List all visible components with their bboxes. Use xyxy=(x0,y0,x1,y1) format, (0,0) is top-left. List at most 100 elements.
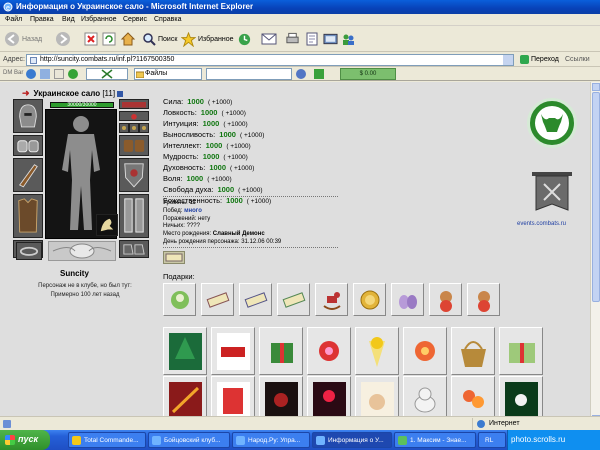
emblem-inner xyxy=(535,106,569,140)
armor-slot[interactable] xyxy=(13,194,43,238)
pet-slot[interactable] xyxy=(96,214,118,236)
gift-item[interactable] xyxy=(467,283,500,316)
taskbar-item[interactable]: RL xyxy=(478,432,506,448)
amulet-slot[interactable] xyxy=(119,111,149,121)
gift-box-icon xyxy=(271,343,293,363)
dm-green-dot-icon[interactable] xyxy=(68,69,78,79)
gift-card[interactable] xyxy=(211,327,255,375)
taskbar-item[interactable]: Бойцовский клуб... xyxy=(148,432,230,448)
bracelet-slot[interactable] xyxy=(16,242,42,260)
scroll-thumb[interactable] xyxy=(592,92,600,302)
files-dropdown[interactable]: Файлы xyxy=(134,68,202,80)
dm-search-icon[interactable] xyxy=(296,69,306,79)
favorites-button[interactable]: Избранное xyxy=(181,30,233,48)
menu-tools[interactable]: Сервис xyxy=(123,16,147,23)
basket-icon xyxy=(461,341,486,367)
gift-item[interactable] xyxy=(353,283,386,316)
dm-home-icon[interactable] xyxy=(54,69,64,79)
scroll-up-icon[interactable] xyxy=(592,83,600,91)
search-button[interactable]: Поиск xyxy=(142,30,177,48)
history-button[interactable] xyxy=(237,30,252,48)
stat-bonus: ( +1000) xyxy=(207,176,232,183)
history-icon xyxy=(238,33,251,45)
gift-card[interactable] xyxy=(259,327,303,375)
home-button[interactable] xyxy=(120,30,136,48)
print-button[interactable] xyxy=(285,30,300,48)
gift-card[interactable] xyxy=(403,327,447,375)
divider xyxy=(163,196,338,197)
checkered-gift-icon xyxy=(509,343,535,363)
helmet-slot[interactable] xyxy=(13,99,43,133)
gift-card[interactable] xyxy=(499,327,543,375)
page-content: ➜ Украинское сало [11] 30000/30000 Sunci… xyxy=(0,82,590,424)
start-button[interactable]: пуск xyxy=(0,430,50,450)
ring-slot-3[interactable] xyxy=(139,123,149,133)
menu-file[interactable]: Файл xyxy=(5,16,22,23)
gift-item[interactable] xyxy=(163,283,196,316)
ring-slot-1[interactable] xyxy=(119,123,129,133)
dm-tool-box[interactable] xyxy=(86,68,128,80)
taskbar-item[interactable]: Total Commande... xyxy=(68,432,146,448)
events-banner-icon[interactable] xyxy=(528,170,576,218)
gift-item[interactable] xyxy=(429,283,462,316)
shield-slot[interactable] xyxy=(119,158,149,192)
gift-item[interactable] xyxy=(239,283,272,316)
dm-dropdown-icon[interactable] xyxy=(40,69,50,79)
discuss-button[interactable] xyxy=(323,30,338,48)
stat-row: Интеллект: 1000( +1000) xyxy=(163,141,271,152)
vertical-scrollbar[interactable] xyxy=(590,82,600,424)
teddy-bear-icon xyxy=(478,291,490,312)
dm-down-arrow-icon[interactable] xyxy=(314,69,324,79)
stat-bonus: ( +1000) xyxy=(239,132,265,139)
go-button[interactable]: Переход xyxy=(520,55,559,64)
messenger-button[interactable] xyxy=(341,30,355,48)
taskbar-item[interactable]: Народ.Ру: Упра... xyxy=(232,432,310,448)
events-link[interactable]: events.combats.ru xyxy=(517,221,566,227)
stat-label: Духовность: xyxy=(163,163,206,172)
gift-item[interactable] xyxy=(391,283,424,316)
mail-button[interactable] xyxy=(261,30,277,48)
bracers-slot[interactable] xyxy=(13,135,43,156)
go-label: Переход xyxy=(531,56,559,63)
earring-slot[interactable] xyxy=(119,99,149,109)
dm-search-input[interactable] xyxy=(206,68,292,80)
files-label: Файлы xyxy=(145,70,168,77)
menu-favorites[interactable]: Избранное xyxy=(81,16,116,23)
amulet-icon xyxy=(131,114,137,120)
gift-card[interactable] xyxy=(451,327,495,375)
menu-help[interactable]: Справка xyxy=(154,16,181,23)
gift-card[interactable] xyxy=(307,327,351,375)
back-button[interactable]: Назад xyxy=(4,30,42,48)
taskbar-item[interactable]: 1. Максим - Знае... xyxy=(394,432,476,448)
weapon-slot[interactable] xyxy=(13,158,43,192)
gift-card[interactable] xyxy=(355,327,399,375)
window-title-bar[interactable]: e Информация о Украинское сало - Microso… xyxy=(0,0,600,14)
stat-value: 1000 xyxy=(202,119,220,128)
info-icon[interactable] xyxy=(117,90,124,97)
stop-button[interactable] xyxy=(84,30,98,48)
gloves-slot[interactable] xyxy=(119,135,149,156)
gift-item[interactable] xyxy=(315,283,348,316)
ring-slot-2[interactable] xyxy=(129,123,139,133)
stat-value: 1000 xyxy=(217,185,235,194)
gift-item[interactable] xyxy=(277,283,310,316)
address-input[interactable]: http://suncity.combats.ru/inf.pl?1167500… xyxy=(26,54,514,66)
refresh-button[interactable] xyxy=(102,30,116,48)
taskbar-item-active[interactable]: Информация о У... xyxy=(312,432,392,448)
menu-edit[interactable]: Правка xyxy=(30,16,54,23)
gift-card[interactable] xyxy=(163,327,207,375)
globe-icon[interactable] xyxy=(26,69,36,79)
forward-button[interactable] xyxy=(55,30,71,48)
menu-view[interactable]: Вид xyxy=(62,16,75,23)
clan-emblem[interactable] xyxy=(527,98,577,148)
legs-slot[interactable] xyxy=(119,194,149,238)
links-button[interactable]: Ссылки xyxy=(565,56,590,63)
address-dropdown-icon[interactable] xyxy=(503,55,513,65)
boots-slot[interactable] xyxy=(119,240,149,258)
scroll-badge[interactable] xyxy=(163,251,185,264)
gift-item[interactable] xyxy=(201,283,234,316)
stat-value: 1000 xyxy=(219,130,236,139)
boots-icon xyxy=(123,244,145,255)
stat-label: Выносливость: xyxy=(163,130,216,139)
edit-button[interactable] xyxy=(305,30,319,48)
